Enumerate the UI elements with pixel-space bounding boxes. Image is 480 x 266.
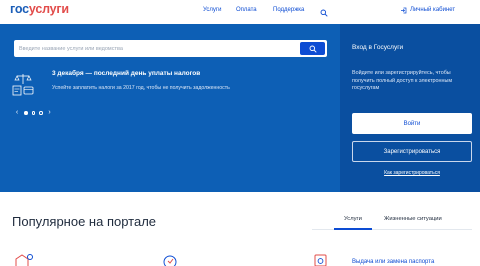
popular-tabs: Услуги Жизненные ситуации [312, 206, 472, 230]
slider-dot-3[interactable] [39, 111, 43, 115]
logo-part-uslugi: услуги [28, 2, 69, 16]
search-box [14, 40, 327, 57]
nav-support[interactable]: Поддержка [273, 6, 304, 14]
header: госуслуги Услуги Оплата Поддержка Личный… [0, 0, 480, 24]
login-panel: Вход в Госуслуги Войдите или зарегистрир… [340, 24, 480, 192]
tab-life-situations[interactable]: Жизненные ситуации [384, 215, 442, 223]
promo-title[interactable]: 3 декабря — последний день уплаты налого… [52, 69, 200, 78]
slider-next-icon[interactable]: › [47, 109, 53, 117]
search-icon[interactable] [320, 4, 328, 17]
nav-payment[interactable]: Оплата [236, 6, 257, 14]
personal-cabinet-label: Личный кабинет [410, 7, 456, 13]
login-button[interactable]: Войти [352, 113, 472, 134]
search-icon [309, 45, 317, 53]
how-to-register-link[interactable]: Как зарегистрироваться [352, 170, 472, 177]
popular-title: Популярное на портале [12, 214, 157, 229]
login-description: Войдите или зарегистрируйтесь, чтобы пол… [352, 70, 453, 92]
tab-services[interactable]: Услуги [334, 215, 372, 230]
service-icon-1 [15, 254, 33, 266]
search-input[interactable] [14, 40, 297, 57]
logo-part-gos: гос [10, 2, 29, 16]
personal-cabinet-link[interactable]: Личный кабинет [400, 6, 455, 14]
slider-prev-icon[interactable]: ‹ [14, 109, 20, 117]
search-button[interactable] [300, 42, 325, 55]
tax-scales-icon [12, 74, 34, 96]
slider-dot-1[interactable] [24, 111, 28, 115]
promo-text: Успейте заплатить налоги за 2017 год, чт… [52, 85, 230, 91]
register-button[interactable]: Зарегистрироваться [352, 141, 472, 162]
passport-service-link[interactable]: Выдача или замена паспорта [352, 258, 434, 266]
login-title: Вход в Госуслуги [352, 44, 404, 51]
service-icon-2 [163, 255, 177, 266]
enter-icon [401, 7, 407, 13]
nav-services[interactable]: Услуги [203, 6, 221, 14]
passport-icon [314, 254, 327, 266]
slider-dot-2[interactable] [31, 111, 35, 115]
slider-controls: ‹ › [14, 109, 53, 117]
page: госуслуги Услуги Оплата Поддержка Личный… [0, 0, 480, 266]
logo[interactable]: госуслуги [10, 2, 69, 16]
